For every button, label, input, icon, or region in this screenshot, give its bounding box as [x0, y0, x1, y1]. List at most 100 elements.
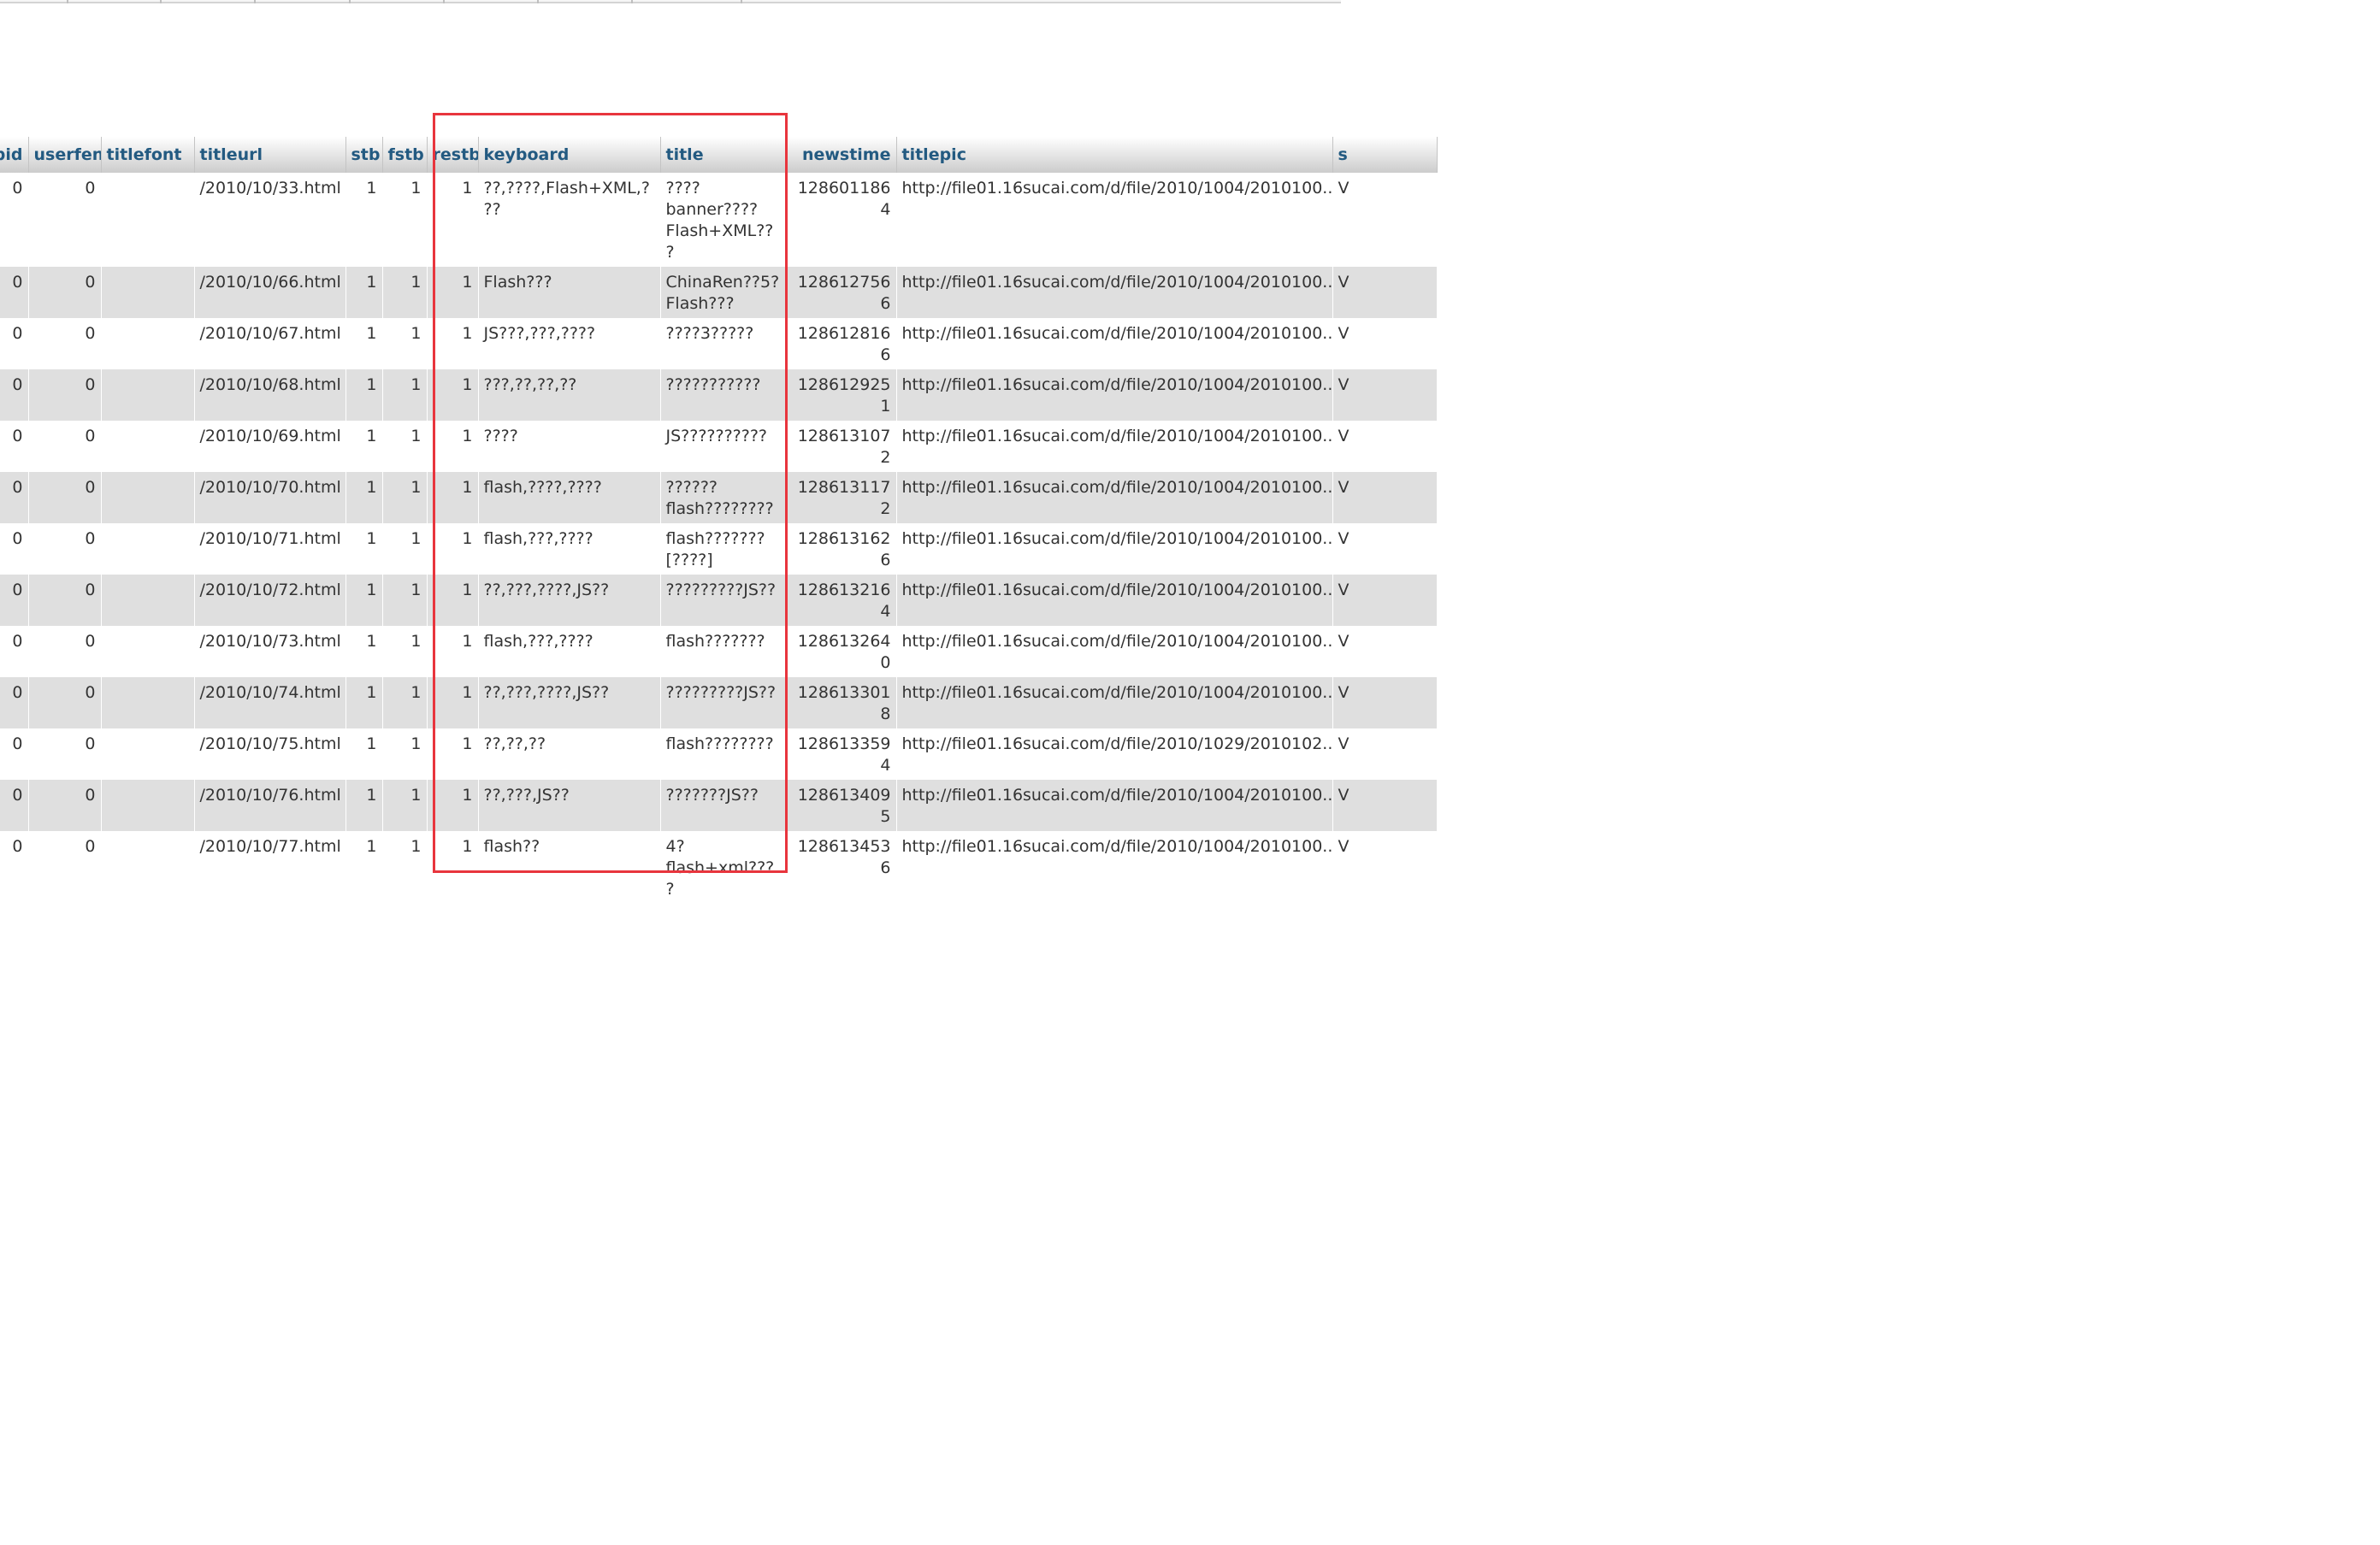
cell-titlefont [101, 369, 195, 421]
table-row[interactable]: 0 0/2010/10/71.html 1 1 1 flash,???,???? flash… [0, 523, 1438, 575]
tab-separator [741, 0, 742, 3]
column-header-titlefont[interactable]: titlefont [101, 137, 195, 173]
cell-keyboard: flash,????,???? [478, 472, 661, 523]
tab-separator [443, 0, 445, 3]
table-row[interactable]: 0 0/2010/10/72.html 1 1 1 ??,???,????,JS?????… [0, 575, 1438, 626]
cell-restb: 1 [427, 831, 479, 904]
cell-titlepic: http://file01.16sucai.com/d/file/2010/10… [896, 780, 1333, 831]
column-header-restb[interactable]: restb [427, 137, 479, 173]
cell-stb: 1 [345, 318, 383, 369]
column-header-titleurl[interactable]: titleurl [194, 137, 346, 173]
cell-fstb: 1 [382, 728, 428, 780]
cell-fstb: 1 [382, 421, 428, 472]
cell-newstime: 1286131626 [785, 523, 897, 575]
cell-newstime: 1286127566 [785, 267, 897, 318]
cell-titlefont [101, 472, 195, 523]
cell-userfen: 0 [28, 831, 102, 904]
cell-titlepic: http://file01.16sucai.com/d/file/2010/10… [896, 575, 1333, 626]
cell-fstb: 1 [382, 575, 428, 626]
cell-title: flash??????? [660, 626, 786, 677]
cell-title: 4? flash+xml???? [660, 831, 786, 904]
table-row[interactable]: 0 0/2010/10/75.html 1 1 1??,??,?? flash??????… [0, 728, 1438, 780]
cell-newstime: 1286131072 [785, 421, 897, 472]
cell-userfen: 0 [28, 728, 102, 780]
cell-titleurl: /2010/10/66.html [194, 267, 346, 318]
cell-restb: 1 [427, 575, 479, 626]
cell-next: V [1332, 318, 1438, 369]
cell-titlepic: http://file01.16sucai.com/d/file/2010/10… [896, 318, 1333, 369]
cell-pid: 0 [0, 472, 29, 523]
cell-keyboard: flash,???,???? [478, 523, 661, 575]
cell-next: V [1332, 677, 1438, 728]
cell-next: V [1332, 780, 1438, 831]
cell-stb: 1 [345, 575, 383, 626]
cell-next: V [1332, 369, 1438, 421]
cell-titlefont [101, 831, 195, 904]
tab-separator [537, 0, 539, 3]
cell-restb: 1 [427, 523, 479, 575]
cell-pid: 0 [0, 173, 29, 267]
cell-fstb: 1 [382, 831, 428, 904]
tab-separator [349, 0, 351, 3]
cell-titlefont [101, 267, 195, 318]
column-header-title[interactable]: title [660, 137, 786, 173]
column-header-newstime[interactable]: newstime [785, 137, 897, 173]
cell-titlepic: http://file01.16sucai.com/d/file/2010/10… [896, 369, 1333, 421]
cell-stb: 1 [345, 728, 383, 780]
table-row[interactable]: 0 0/2010/10/69.html 1 1 1???? JS?????????? 128… [0, 421, 1438, 472]
cell-title: ???????JS?? [660, 780, 786, 831]
cell-newstime: 1286011864 [785, 173, 897, 267]
cell-fstb: 1 [382, 267, 428, 318]
column-header-keyboard[interactable]: keyboard [478, 137, 661, 173]
cell-pid: 0 [0, 780, 29, 831]
column-header-fstb[interactable]: fstb [382, 137, 428, 173]
cell-stb: 1 [345, 173, 383, 267]
column-header-next[interactable]: s [1332, 137, 1438, 173]
table-row[interactable]: 0 0/2010/10/68.html 1 1 1???,??,??,?????????… [0, 369, 1438, 421]
cell-pid: 0 [0, 575, 29, 626]
cell-titleurl: /2010/10/73.html [194, 626, 346, 677]
cell-pid: 0 [0, 523, 29, 575]
cell-keyboard: flash?? [478, 831, 661, 904]
cell-restb: 1 [427, 267, 479, 318]
cell-title: JS?????????? [660, 421, 786, 472]
table-row[interactable]: 0 0/2010/10/76.html 1 1 1 ??,???,JS?? ???????J… [0, 780, 1438, 831]
column-header-stb[interactable]: stb [345, 137, 383, 173]
cell-titlefont [101, 173, 195, 267]
cell-restb: 1 [427, 728, 479, 780]
cell-keyboard: ??,??,?? [478, 728, 661, 780]
cell-restb: 1 [427, 677, 479, 728]
cell-titleurl: /2010/10/74.html [194, 677, 346, 728]
cell-titlepic: http://file01.16sucai.com/d/file/2010/10… [896, 421, 1333, 472]
cell-fstb: 1 [382, 369, 428, 421]
cell-title: ?????????JS?? [660, 677, 786, 728]
cell-pid: 0 [0, 677, 29, 728]
table-header-row: piduserfentitlefonttitleurlstbfstbrestbk… [0, 137, 1438, 173]
cell-stb: 1 [345, 831, 383, 904]
cell-titlepic: http://file01.16sucai.com/d/file/2010/10… [896, 523, 1333, 575]
column-header-userfen[interactable]: userfen [28, 137, 102, 173]
cell-next: V [1332, 575, 1438, 626]
cell-newstime: 1286133018 [785, 677, 897, 728]
column-header-titlepic[interactable]: titlepic [896, 137, 1333, 173]
table-row[interactable]: 0 0/2010/10/70.html 1 1 1 flash,????,????????… [0, 472, 1438, 523]
cell-newstime: 1286133594 [785, 728, 897, 780]
cell-titlepic: http://file01.16sucai.com/d/file/2010/10… [896, 267, 1333, 318]
table-row[interactable]: 0 0/2010/10/67.html 1 1 1 JS???,???,???? ????3… [0, 318, 1438, 369]
cell-keyboard: flash,???,???? [478, 626, 661, 677]
cell-userfen: 0 [28, 267, 102, 318]
table-row[interactable]: 0 0/2010/10/77.html 1 1 1 flash?? 4? flash+xml… [0, 831, 1438, 904]
table-row[interactable]: 0 0/2010/10/74.html 1 1 1 ??,???,????,JS?????… [0, 677, 1438, 728]
cell-titlepic: http://file01.16sucai.com/d/file/2010/10… [896, 173, 1333, 267]
cell-titleurl: /2010/10/76.html [194, 780, 346, 831]
cell-titlepic: http://file01.16sucai.com/d/file/2010/10… [896, 831, 1333, 904]
cell-title: ?????????JS?? [660, 575, 786, 626]
table-row[interactable]: 0 0/2010/10/66.html 1 1 1 Flash??? ChinaRen??5… [0, 267, 1438, 318]
cell-titlefont [101, 677, 195, 728]
column-header-pid[interactable]: pid [0, 137, 29, 173]
cell-restb: 1 [427, 472, 479, 523]
cell-fstb: 1 [382, 677, 428, 728]
cell-next: V [1332, 472, 1438, 523]
table-row[interactable]: 0 0/2010/10/73.html 1 1 1 flash,???,???? flash… [0, 626, 1438, 677]
table-row[interactable]: 0 0/2010/10/33.html 1 1 1 ??,????,Flash+XML,?… [0, 173, 1438, 267]
